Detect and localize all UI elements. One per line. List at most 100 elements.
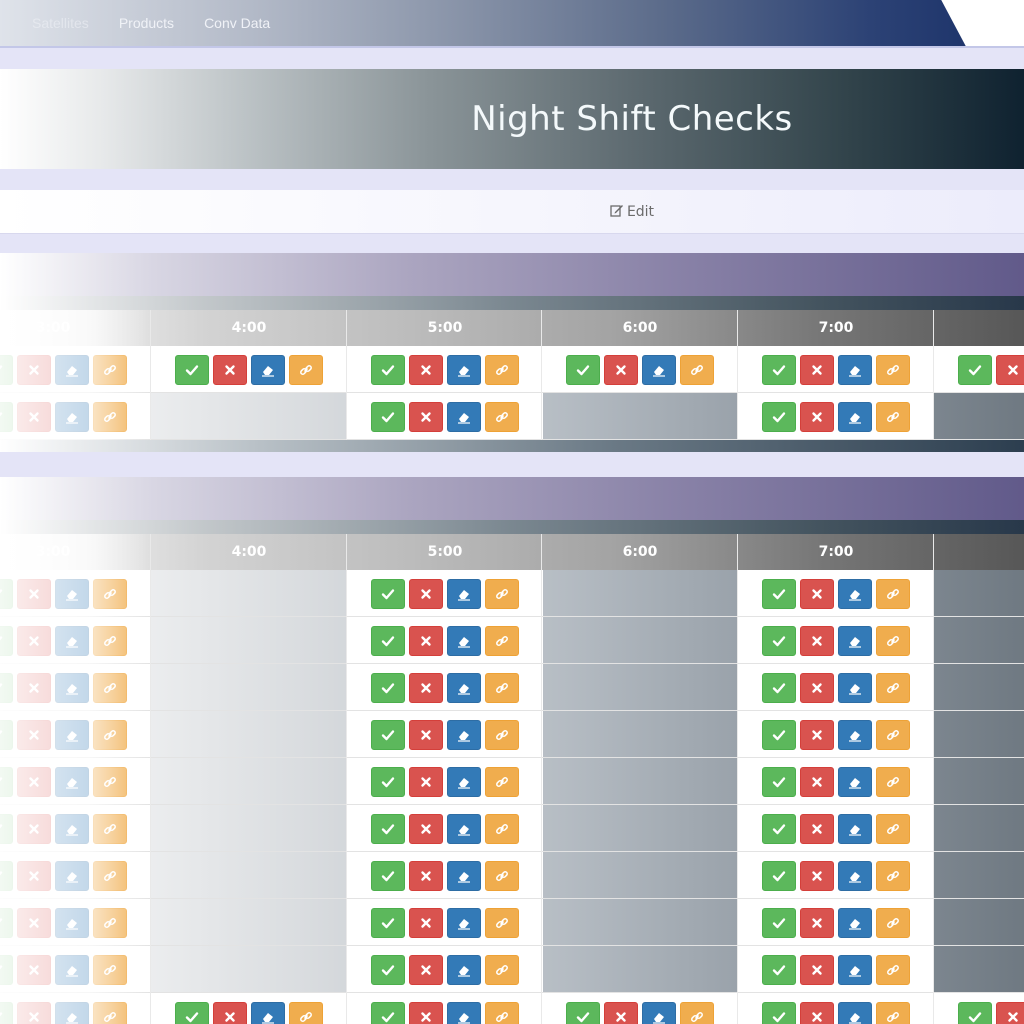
nav-link-products[interactable]: Products	[119, 15, 174, 31]
link-button[interactable]	[485, 1001, 519, 1024]
reject-button[interactable]	[17, 954, 51, 985]
reject-button[interactable]	[800, 401, 834, 432]
erase-button[interactable]	[55, 907, 89, 938]
link-button[interactable]	[485, 625, 519, 656]
check-button[interactable]	[762, 860, 796, 891]
erase-button[interactable]	[838, 766, 872, 797]
erase-button[interactable]	[642, 1001, 676, 1024]
link-button[interactable]	[93, 954, 127, 985]
nav-link-conv-data[interactable]: Conv Data	[204, 15, 270, 31]
check-button[interactable]	[0, 1001, 13, 1024]
erase-button[interactable]	[55, 354, 89, 385]
erase-button[interactable]	[447, 672, 481, 703]
check-button[interactable]	[0, 813, 13, 844]
reject-button[interactable]	[409, 578, 443, 609]
check-button[interactable]	[371, 719, 405, 750]
edit-button[interactable]: Edit	[610, 203, 654, 221]
check-button[interactable]	[0, 719, 13, 750]
erase-button[interactable]	[838, 1001, 872, 1024]
reject-button[interactable]	[996, 1001, 1024, 1024]
link-button[interactable]	[876, 813, 910, 844]
check-button[interactable]	[0, 578, 13, 609]
check-button[interactable]	[371, 354, 405, 385]
reject-button[interactable]	[800, 719, 834, 750]
nav-link-satellites[interactable]: Satellites	[32, 15, 89, 31]
reject-button[interactable]	[800, 813, 834, 844]
reject-button[interactable]	[800, 578, 834, 609]
check-button[interactable]	[371, 672, 405, 703]
check-button[interactable]	[762, 907, 796, 938]
reject-button[interactable]	[800, 860, 834, 891]
check-button[interactable]	[371, 578, 405, 609]
erase-button[interactable]	[55, 578, 89, 609]
erase-button[interactable]	[447, 813, 481, 844]
check-button[interactable]	[958, 1001, 992, 1024]
reject-button[interactable]	[409, 1001, 443, 1024]
link-button[interactable]	[876, 672, 910, 703]
link-button[interactable]	[485, 860, 519, 891]
erase-button[interactable]	[447, 719, 481, 750]
reject-button[interactable]	[800, 1001, 834, 1024]
erase-button[interactable]	[55, 625, 89, 656]
reject-button[interactable]	[800, 907, 834, 938]
reject-button[interactable]	[17, 354, 51, 385]
reject-button[interactable]	[213, 354, 247, 385]
check-button[interactable]	[175, 1001, 209, 1024]
erase-button[interactable]	[838, 813, 872, 844]
reject-button[interactable]	[800, 672, 834, 703]
reject-button[interactable]	[17, 766, 51, 797]
reject-button[interactable]	[17, 401, 51, 432]
erase-button[interactable]	[838, 954, 872, 985]
erase-button[interactable]	[55, 1001, 89, 1024]
reject-button[interactable]	[17, 672, 51, 703]
check-button[interactable]	[762, 813, 796, 844]
check-button[interactable]	[371, 954, 405, 985]
reject-button[interactable]	[17, 813, 51, 844]
link-button[interactable]	[93, 401, 127, 432]
check-button[interactable]	[958, 354, 992, 385]
erase-button[interactable]	[447, 907, 481, 938]
reject-button[interactable]	[17, 719, 51, 750]
erase-button[interactable]	[55, 719, 89, 750]
reject-button[interactable]	[17, 907, 51, 938]
check-button[interactable]	[762, 1001, 796, 1024]
erase-button[interactable]	[447, 1001, 481, 1024]
erase-button[interactable]	[55, 813, 89, 844]
erase-button[interactable]	[447, 766, 481, 797]
reject-button[interactable]	[17, 860, 51, 891]
erase-button[interactable]	[838, 625, 872, 656]
link-button[interactable]	[289, 354, 323, 385]
link-button[interactable]	[93, 625, 127, 656]
link-button[interactable]	[485, 672, 519, 703]
link-button[interactable]	[93, 860, 127, 891]
link-button[interactable]	[876, 401, 910, 432]
reject-button[interactable]	[409, 625, 443, 656]
reject-button[interactable]	[409, 813, 443, 844]
reject-button[interactable]	[800, 766, 834, 797]
reject-button[interactable]	[800, 625, 834, 656]
erase-button[interactable]	[642, 354, 676, 385]
link-button[interactable]	[485, 907, 519, 938]
reject-button[interactable]	[800, 354, 834, 385]
erase-button[interactable]	[251, 354, 285, 385]
reject-button[interactable]	[409, 954, 443, 985]
link-button[interactable]	[93, 907, 127, 938]
check-button[interactable]	[762, 354, 796, 385]
check-button[interactable]	[566, 1001, 600, 1024]
check-button[interactable]	[762, 954, 796, 985]
erase-button[interactable]	[55, 672, 89, 703]
check-button[interactable]	[762, 719, 796, 750]
link-button[interactable]	[876, 578, 910, 609]
link-button[interactable]	[876, 625, 910, 656]
link-button[interactable]	[485, 578, 519, 609]
link-button[interactable]	[876, 954, 910, 985]
link-button[interactable]	[876, 860, 910, 891]
reject-button[interactable]	[17, 1001, 51, 1024]
check-button[interactable]	[0, 954, 13, 985]
brand-logo[interactable]	[940, 0, 1024, 46]
link-button[interactable]	[680, 1001, 714, 1024]
reject-button[interactable]	[409, 672, 443, 703]
erase-button[interactable]	[55, 860, 89, 891]
check-button[interactable]	[371, 860, 405, 891]
link-button[interactable]	[485, 719, 519, 750]
